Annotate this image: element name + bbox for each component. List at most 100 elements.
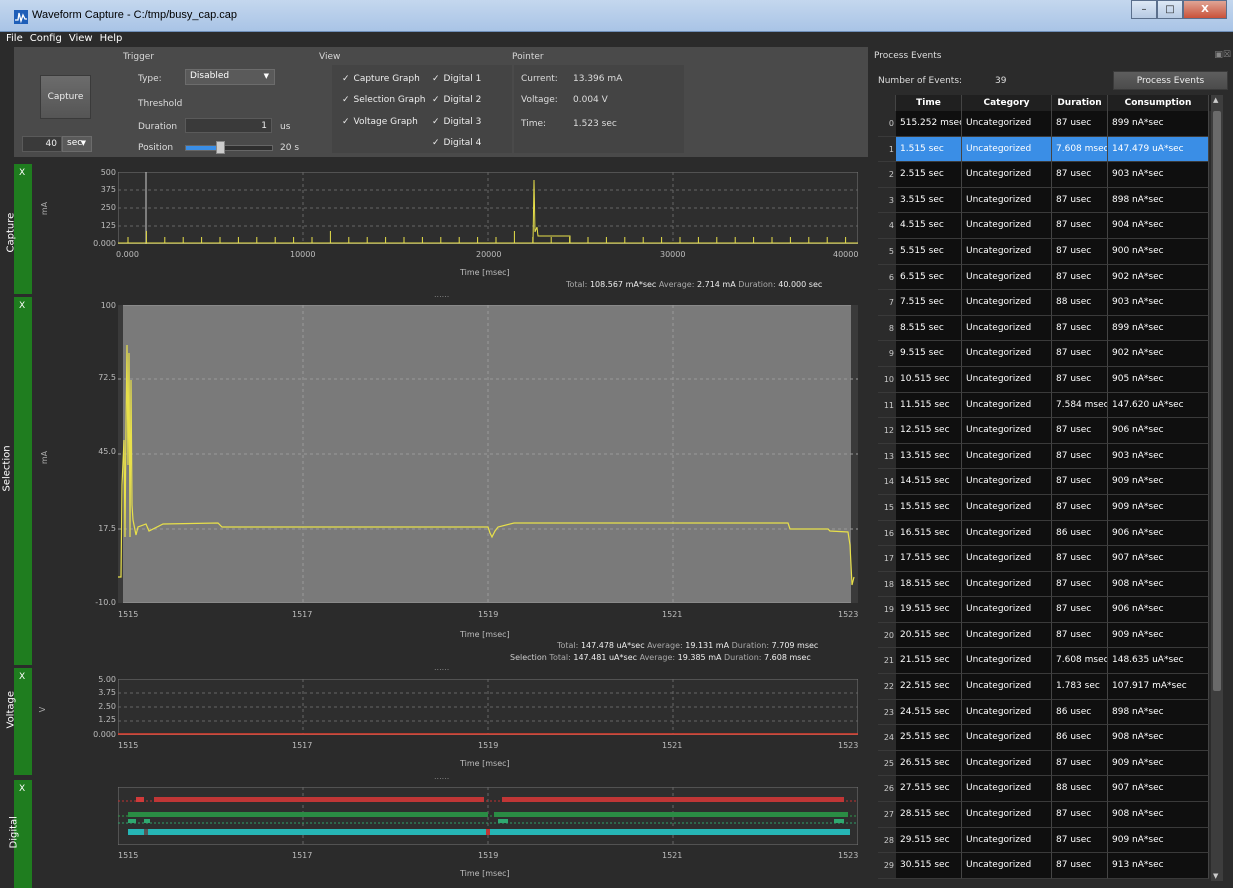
trigger-duration-input[interactable]: 1 bbox=[185, 118, 272, 133]
checkmark-icon: ✓ bbox=[342, 74, 350, 84]
table-row[interactable]: 16 16.515 sec Uncategorized 86 usec 906 nA*s… bbox=[878, 520, 1223, 547]
trigger-type-select[interactable]: Disabled ▼ bbox=[185, 69, 275, 85]
scroll-down-icon[interactable]: ▼ bbox=[1213, 872, 1218, 880]
table-row[interactable]: 1 1.515 sec Uncategorized 7.608 msec 147.479… bbox=[878, 136, 1223, 163]
row-index: 13 bbox=[878, 443, 896, 470]
capture-duration-input[interactable]: 40 bbox=[22, 136, 62, 152]
digital-3-check-label: Digital 3 bbox=[443, 117, 482, 127]
cell-time: 11.515 sec bbox=[896, 392, 962, 419]
row-index: 8 bbox=[878, 315, 896, 342]
table-row[interactable]: 10 10.515 sec Uncategorized 87 usec 905 nA*s… bbox=[878, 366, 1223, 393]
table-row[interactable]: 5 5.515 sec Uncategorized 87 usec 900 nA*sec bbox=[878, 238, 1223, 265]
table-row[interactable]: 21 21.515 sec Uncategorized 7.608 msec 148.6… bbox=[878, 648, 1223, 675]
table-row[interactable]: 20 20.515 sec Uncategorized 87 usec 909 nA*s… bbox=[878, 622, 1223, 649]
capture-xtick: 40000 bbox=[833, 250, 859, 259]
close-window-button[interactable]: X bbox=[1183, 0, 1227, 19]
menu-file[interactable]: File bbox=[6, 32, 23, 46]
events-scrollbar-thumb[interactable] bbox=[1213, 111, 1221, 691]
table-row[interactable]: 22 22.515 sec Uncategorized 1.783 sec 107.91… bbox=[878, 674, 1223, 700]
voltage-ytick: 1.25 bbox=[98, 715, 116, 724]
digital-xtick: 1523 bbox=[838, 851, 859, 860]
col-header-consumption[interactable]: Consumption bbox=[1108, 95, 1209, 111]
digital-1-checkbox[interactable]: ✓ Digital 1 bbox=[432, 74, 481, 84]
capture-button[interactable]: Capture bbox=[40, 75, 91, 119]
minimize-button[interactable]: – bbox=[1131, 0, 1157, 19]
cell-consumption: 900 nA*sec bbox=[1108, 238, 1209, 265]
menu-help[interactable]: Help bbox=[100, 32, 123, 46]
table-row[interactable]: 28 29.515 sec Uncategorized 87 usec 909 nA*s… bbox=[878, 827, 1223, 854]
table-row[interactable]: 3 3.515 sec Uncategorized 87 usec 898 nA*sec bbox=[878, 187, 1223, 214]
cell-duration: 87 usec bbox=[1052, 366, 1108, 393]
capture-graph[interactable] bbox=[118, 172, 858, 244]
cell-consumption: 906 nA*sec bbox=[1108, 418, 1209, 444]
menu-view[interactable]: View bbox=[69, 32, 93, 46]
digital-2-checkbox[interactable]: ✓ Digital 2 bbox=[432, 95, 481, 105]
capture-graph-check-label: Capture Graph bbox=[353, 74, 420, 84]
table-row[interactable]: 11 11.515 sec Uncategorized 7.584 msec 147.6… bbox=[878, 392, 1223, 419]
col-header-duration[interactable]: Duration bbox=[1052, 95, 1108, 111]
maximize-button[interactable]: □ bbox=[1157, 0, 1183, 19]
digital-4-checkbox[interactable]: ✓ Digital 4 bbox=[432, 138, 481, 148]
table-row[interactable]: 15 15.515 sec Uncategorized 87 usec 909 nA*s… bbox=[878, 494, 1223, 521]
capture-graph-checkbox[interactable]: ✓ Capture Graph bbox=[342, 74, 420, 84]
voltage-splitter-handle[interactable]: ...... bbox=[434, 772, 449, 781]
process-events-button[interactable]: Process Events bbox=[1113, 71, 1228, 90]
digital-panel-close-button[interactable]: X bbox=[19, 784, 25, 794]
table-row[interactable]: 12 12.515 sec Uncategorized 87 usec 906 nA*s… bbox=[878, 418, 1223, 444]
table-row[interactable]: 26 27.515 sec Uncategorized 88 usec 907 nA*s… bbox=[878, 776, 1223, 803]
cell-consumption: 907 nA*sec bbox=[1108, 546, 1209, 572]
row-index: 2 bbox=[878, 162, 896, 188]
table-row[interactable]: 8 8.515 sec Uncategorized 87 usec 899 nA*sec bbox=[878, 315, 1223, 342]
position-slider-handle[interactable] bbox=[216, 141, 225, 154]
cell-time: 13.515 sec bbox=[896, 443, 962, 470]
selection-graph[interactable] bbox=[118, 305, 858, 603]
table-row[interactable]: 19 19.515 sec Uncategorized 87 usec 906 nA*s… bbox=[878, 597, 1223, 623]
scroll-up-icon[interactable]: ▲ bbox=[1213, 96, 1218, 104]
selection-splitter-handle[interactable]: ...... bbox=[434, 663, 449, 672]
cell-consumption: 903 nA*sec bbox=[1108, 162, 1209, 188]
capture-ytick: 250 bbox=[100, 203, 116, 212]
table-row[interactable]: 29 30.515 sec Uncategorized 87 usec 913 nA*s… bbox=[878, 853, 1223, 879]
table-row[interactable]: 14 14.515 sec Uncategorized 87 usec 909 nA*s… bbox=[878, 469, 1223, 495]
selection-panel-close-button[interactable]: X bbox=[19, 301, 25, 311]
table-row[interactable]: 2 2.515 sec Uncategorized 87 usec 903 nA*sec bbox=[878, 162, 1223, 188]
col-header-time[interactable]: Time bbox=[896, 95, 962, 111]
table-row[interactable]: 25 26.515 sec Uncategorized 87 usec 909 nA*s… bbox=[878, 750, 1223, 777]
voltage-panel-close-button[interactable]: X bbox=[19, 672, 25, 682]
cell-duration: 86 usec bbox=[1052, 520, 1108, 547]
voltage-graph[interactable] bbox=[118, 679, 858, 735]
panel-float-close-icons[interactable]: ▣☒ bbox=[1214, 50, 1231, 60]
table-row[interactable]: 6 6.515 sec Uncategorized 87 usec 902 nA*sec bbox=[878, 264, 1223, 291]
cell-time: 30.515 sec bbox=[896, 853, 962, 879]
voltage-graph-checkbox[interactable]: ✓ Voltage Graph bbox=[342, 117, 418, 127]
selection-graph-checkbox[interactable]: ✓ Selection Graph bbox=[342, 95, 426, 105]
table-row[interactable]: 13 13.515 sec Uncategorized 87 usec 903 nA*s… bbox=[878, 443, 1223, 470]
capture-splitter-handle[interactable]: ...... bbox=[434, 290, 449, 299]
cell-category: Uncategorized bbox=[962, 674, 1052, 700]
table-row[interactable]: 23 24.515 sec Uncategorized 86 usec 898 nA*s… bbox=[878, 699, 1223, 726]
table-row[interactable]: 18 18.515 sec Uncategorized 87 usec 908 nA*s… bbox=[878, 571, 1223, 598]
position-slider[interactable] bbox=[185, 141, 273, 154]
table-row[interactable]: 9 9.515 sec Uncategorized 87 usec 902 nA*sec bbox=[878, 341, 1223, 367]
table-row[interactable]: 0 515.252 msec Uncategorized 87 usec 899 nA*… bbox=[878, 111, 1223, 137]
pointer-voltage-value: 0.004 V bbox=[573, 95, 608, 105]
selection-total-label: Total: bbox=[557, 641, 579, 650]
cell-consumption: 898 nA*sec bbox=[1108, 699, 1209, 726]
col-header-category[interactable]: Category bbox=[962, 95, 1052, 111]
cell-consumption: 909 nA*sec bbox=[1108, 750, 1209, 777]
selection-ytick: 72.5 bbox=[98, 373, 116, 382]
table-row[interactable]: 17 17.515 sec Uncategorized 87 usec 907 nA*s… bbox=[878, 546, 1223, 572]
capture-duration-unit-select[interactable]: sec ▼ bbox=[62, 136, 92, 152]
table-row[interactable]: 27 28.515 sec Uncategorized 87 usec 908 nA*s… bbox=[878, 802, 1223, 828]
control-toolbar: Capture 40 sec ▼ Trigger Type: Disabled … bbox=[14, 47, 868, 157]
cell-duration: 87 usec bbox=[1052, 750, 1108, 777]
capture-panel-close-button[interactable]: X bbox=[19, 168, 25, 178]
table-row[interactable]: 4 4.515 sec Uncategorized 87 usec 904 nA*sec bbox=[878, 213, 1223, 239]
table-row[interactable]: 7 7.515 sec Uncategorized 88 usec 903 nA*sec bbox=[878, 290, 1223, 316]
menu-config[interactable]: Config bbox=[30, 32, 62, 46]
events-scrollbar[interactable]: ▲ ▼ bbox=[1211, 95, 1223, 881]
table-row[interactable]: 24 25.515 sec Uncategorized 86 usec 908 nA*s… bbox=[878, 725, 1223, 751]
digital-3-checkbox[interactable]: ✓ Digital 3 bbox=[432, 117, 481, 127]
digital-graph[interactable] bbox=[118, 787, 858, 845]
checkmark-icon: ✓ bbox=[342, 117, 350, 127]
